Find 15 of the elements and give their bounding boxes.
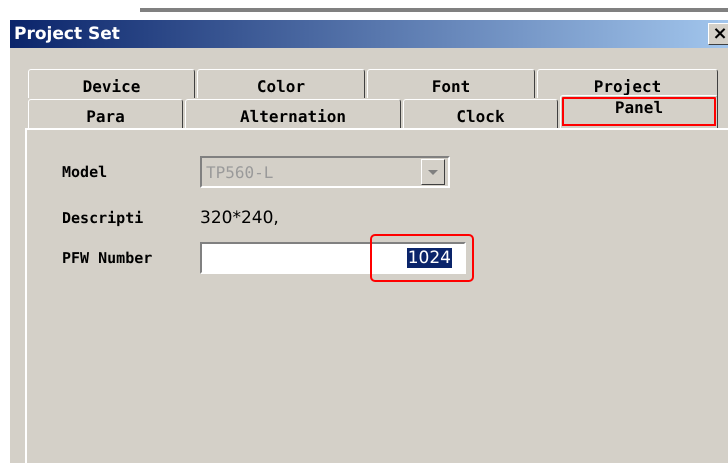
field-label: PFW Number (62, 249, 154, 267)
field-label: Model (62, 163, 108, 181)
tab[interactable]: Color (197, 69, 365, 98)
close-button[interactable]: × (708, 23, 728, 45)
tab[interactable]: Para (28, 99, 183, 128)
field-label: Descripti (62, 209, 144, 227)
tab[interactable]: Panel (560, 95, 718, 128)
pfw-number-input[interactable]: 1024 (200, 242, 466, 274)
description-value: 320*240, (200, 208, 279, 228)
tab[interactable]: Clock (403, 99, 558, 128)
tab[interactable]: Alternation (185, 99, 401, 128)
tab[interactable]: Font (367, 69, 535, 98)
window-title: Project Set (14, 24, 120, 44)
tab[interactable]: Project (537, 69, 718, 98)
tab[interactable]: Device (28, 69, 195, 98)
